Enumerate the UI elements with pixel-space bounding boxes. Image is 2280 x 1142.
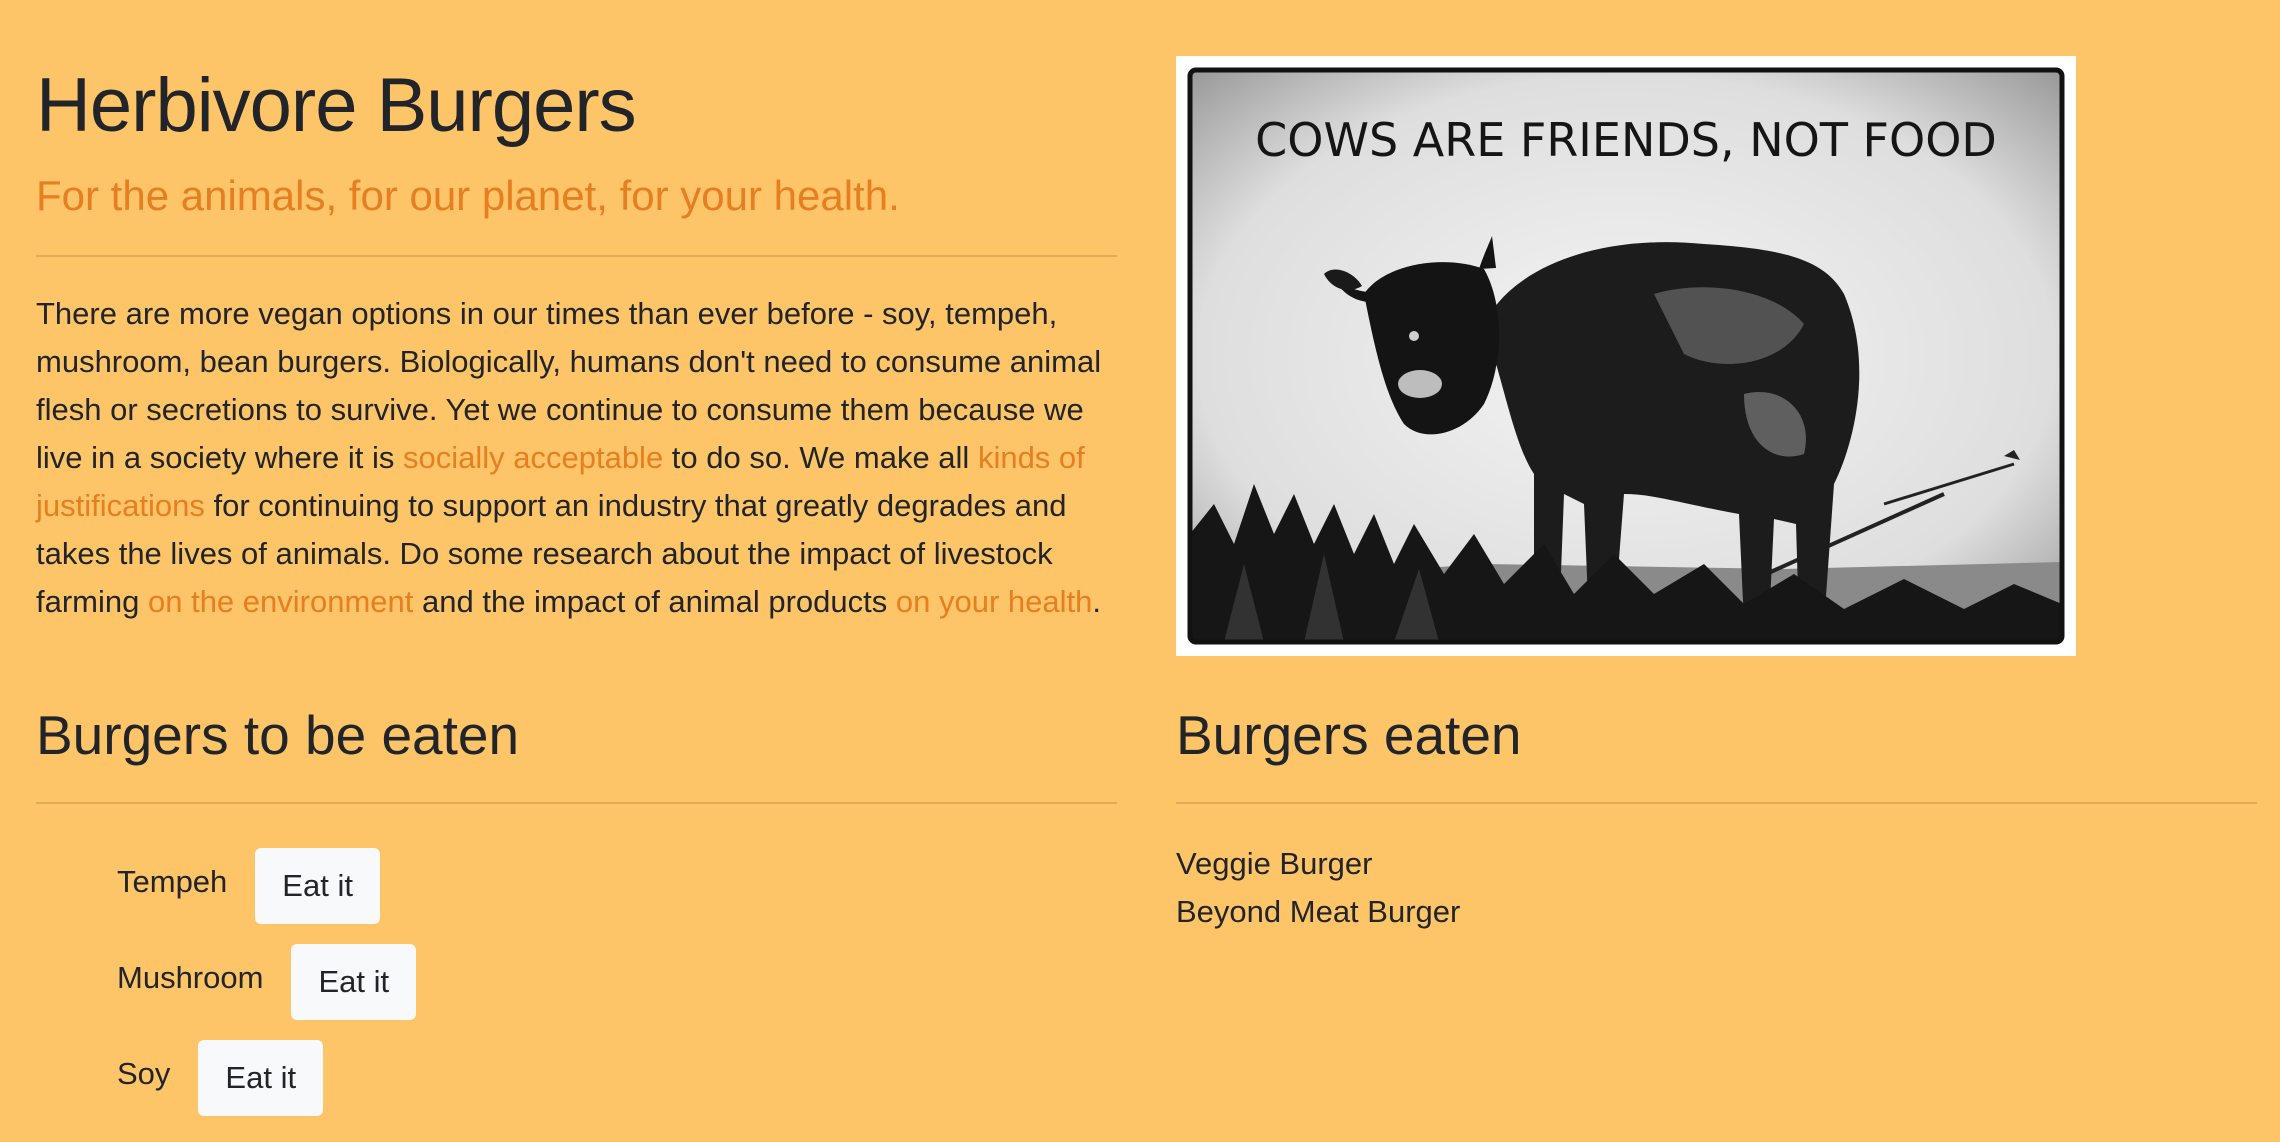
eaten-heading: Burgers eaten [1176,704,1522,766]
environment-link[interactable]: on the environment [148,584,413,619]
eat-it-button[interactable]: Eat it [291,944,417,1020]
list-item: Mushroom Eat it [117,944,417,1020]
list-item: Veggie Burger [1176,846,1373,881]
burger-name: Mushroom [117,960,264,995]
header-divider [36,255,1117,257]
list-item: Soy Eat it [117,1040,324,1116]
list-item: Tempeh Eat it [117,848,380,924]
cow-poster-image: COWS ARE FRIENDS, NOT FOOD [1176,56,2076,656]
burger-name: Tempeh [117,864,228,899]
tagline: For the animals, for our planet, for you… [36,172,900,219]
eaten-list: Veggie Burger Beyond Meat Burger [1176,840,1460,936]
intro-text: to do so. We make all [663,440,978,475]
intro-text: . [1092,584,1101,619]
page-title: Herbivore Burgers [36,63,637,148]
list-item: Beyond Meat Burger [1176,894,1461,929]
cow-illustration: COWS ARE FRIENDS, NOT FOOD [1184,64,2068,648]
to-eat-divider [36,802,1117,804]
poster-caption: COWS ARE FRIENDS, NOT FOOD [1255,113,1997,167]
intro-paragraph: There are more vegan options in our time… [36,290,1136,626]
intro-text: and the impact of animal products [413,584,896,619]
socially-acceptable-link[interactable]: socially acceptable [403,440,663,475]
eaten-divider [1176,802,2257,804]
eat-it-button[interactable]: Eat it [255,848,380,924]
burger-name: Soy [117,1056,171,1091]
eat-it-button[interactable]: Eat it [198,1040,324,1116]
to-eat-heading: Burgers to be eaten [36,704,520,766]
health-link[interactable]: on your health [896,584,1092,619]
